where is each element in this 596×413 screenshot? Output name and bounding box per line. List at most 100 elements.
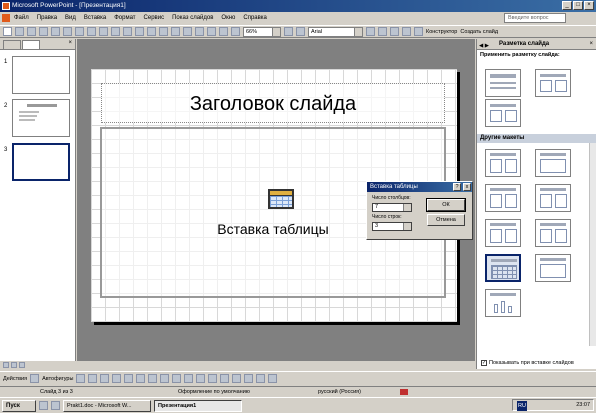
save-icon[interactable]	[27, 27, 36, 36]
layout-title-content[interactable]	[535, 69, 571, 97]
menu-tools[interactable]: Сервис	[144, 15, 165, 21]
italic-icon[interactable]	[378, 27, 387, 36]
oval-icon[interactable]	[112, 374, 122, 383]
font-icon[interactable]	[296, 27, 305, 36]
new-slide-button[interactable]: Создать слайд	[460, 29, 498, 35]
layout-option[interactable]	[485, 219, 521, 247]
task-pane-scrollbar[interactable]	[589, 143, 596, 346]
line-style-icon[interactable]	[220, 374, 230, 383]
tab-outline[interactable]	[3, 40, 21, 49]
layout-option[interactable]	[535, 184, 571, 212]
insert-table-icon[interactable]	[268, 189, 294, 209]
shadow-icon[interactable]	[256, 374, 266, 383]
help-icon[interactable]	[284, 27, 293, 36]
cancel-button[interactable]: Отмена	[427, 214, 465, 226]
picture-icon[interactable]	[172, 374, 182, 383]
dialog-close-button[interactable]: x	[463, 183, 471, 191]
list-icon[interactable]	[402, 27, 411, 36]
expand-icon[interactable]	[207, 27, 216, 36]
close-icon[interactable]: ×	[68, 40, 72, 46]
quicklaunch-icon[interactable]	[51, 401, 60, 410]
start-button[interactable]: Пуск	[2, 399, 36, 412]
designer-button[interactable]: Конструктор	[426, 29, 457, 35]
minimize-button[interactable]: _	[562, 1, 572, 10]
print-icon[interactable]	[51, 27, 60, 36]
task-pane-close-icon[interactable]: ×	[589, 39, 593, 50]
menu-edit[interactable]: Правка	[37, 15, 57, 21]
line-color-icon[interactable]	[196, 374, 206, 383]
redo-icon[interactable]	[147, 27, 156, 36]
bold-icon[interactable]	[366, 27, 375, 36]
slide-title-placeholder[interactable]: Заголовок слайда	[101, 83, 445, 123]
maximize-button[interactable]: □	[573, 1, 583, 10]
menu-slideshow[interactable]: Показ слайдов	[172, 15, 213, 21]
arrow-style-icon[interactable]	[244, 374, 254, 383]
layout-option[interactable]	[535, 254, 571, 282]
tab-slides[interactable]	[22, 40, 40, 49]
font-color-icon[interactable]	[414, 27, 423, 36]
slideshow-view-icon[interactable]	[19, 362, 25, 368]
language-indicator[interactable]: RU	[517, 401, 527, 411]
textbox-icon[interactable]	[124, 374, 134, 383]
font-color-icon[interactable]	[208, 374, 218, 383]
slide-thumbnail[interactable]	[12, 99, 70, 137]
help-search-input[interactable]: Введите вопрос	[504, 13, 566, 23]
wordart-icon[interactable]	[136, 374, 146, 383]
close-button[interactable]: ×	[584, 1, 594, 10]
taskbar-word-button[interactable]: Prakt1.doc - Microsoft W...	[63, 399, 151, 412]
menu-file[interactable]: Файл	[14, 15, 29, 21]
select-objects-icon[interactable]	[30, 374, 40, 383]
taskbar-powerpoint-button[interactable]: Презентация1	[154, 399, 242, 412]
open-icon[interactable]	[15, 27, 24, 36]
rows-stepper[interactable]: 3	[372, 222, 412, 231]
rectangle-icon[interactable]	[100, 374, 110, 383]
undo-icon[interactable]	[135, 27, 144, 36]
layout-title-only[interactable]	[485, 69, 521, 97]
autoshapes-menu[interactable]: Автофигуры	[42, 376, 73, 382]
layout-option[interactable]	[485, 184, 521, 212]
grid-icon[interactable]	[231, 27, 240, 36]
menu-insert[interactable]: Вставка	[84, 15, 106, 21]
dialog-help-button[interactable]: ?	[453, 183, 461, 191]
cut-icon[interactable]	[87, 27, 96, 36]
layout-chart[interactable]	[485, 289, 521, 317]
clipart-icon[interactable]	[160, 374, 170, 383]
chart-icon[interactable]	[159, 27, 168, 36]
arrow-icon[interactable]	[88, 374, 98, 383]
show-on-insert-option[interactable]: ✓ Показывать при вставке слайдов	[481, 360, 574, 366]
quicklaunch-icon[interactable]	[39, 401, 48, 410]
hyperlink-icon[interactable]	[195, 27, 204, 36]
sorter-view-icon[interactable]	[11, 362, 17, 368]
layout-option[interactable]	[535, 149, 571, 177]
paste-icon[interactable]	[111, 27, 120, 36]
columns-stepper[interactable]: 7	[372, 203, 412, 212]
align-icon[interactable]	[390, 27, 399, 36]
table-icon[interactable]	[171, 27, 180, 36]
tables-borders-icon[interactable]	[183, 27, 192, 36]
format-painter-icon[interactable]	[123, 27, 132, 36]
fill-color-icon[interactable]	[184, 374, 194, 383]
document-icon[interactable]	[2, 14, 10, 22]
ok-button[interactable]: ОК	[426, 198, 466, 212]
diagram-icon[interactable]	[148, 374, 158, 383]
normal-view-icon[interactable]	[3, 362, 9, 368]
copy-icon[interactable]	[99, 27, 108, 36]
spelling-icon[interactable]	[75, 27, 84, 36]
menu-view[interactable]: Вид	[65, 15, 76, 21]
dash-style-icon[interactable]	[232, 374, 242, 383]
show-formatting-icon[interactable]	[219, 27, 228, 36]
mail-icon[interactable]	[39, 27, 48, 36]
slide-thumbnail-selected[interactable]	[12, 143, 70, 181]
slide-thumbnail[interactable]	[12, 56, 70, 94]
preview-icon[interactable]	[63, 27, 72, 36]
3d-icon[interactable]	[268, 374, 278, 383]
checkbox[interactable]: ✓	[481, 360, 487, 366]
menu-window[interactable]: Окно	[221, 15, 235, 21]
layout-option[interactable]	[535, 219, 571, 247]
layout-two-content[interactable]	[485, 99, 521, 127]
layout-table-selected[interactable]	[485, 254, 521, 282]
menu-help[interactable]: Справка	[243, 15, 267, 21]
zoom-select[interactable]: 66%	[243, 26, 281, 37]
menu-format[interactable]: Формат	[114, 15, 135, 21]
task-pane-back-icon[interactable]: ◀ ▶	[479, 41, 489, 52]
